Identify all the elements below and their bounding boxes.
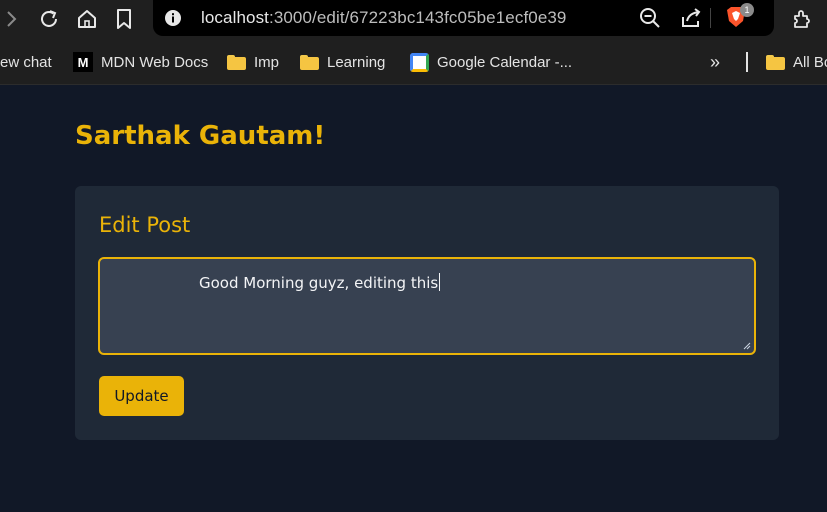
bookmark-label: Learning (327, 53, 386, 71)
extension-badge: 1 (740, 3, 754, 17)
url-path: :3000/edit/67223bc143fc05be1ecf0e39 (269, 8, 567, 27)
bookmark-learning[interactable]: Learning (300, 51, 385, 73)
bookmark-icon[interactable] (112, 7, 136, 31)
bookmarks-divider (746, 52, 748, 72)
google-calendar-icon (410, 52, 429, 72)
textarea-content: Good Morning guyz, editing this (199, 273, 441, 292)
textarea-value: Good Morning guyz, editing this (199, 274, 439, 292)
form-title: Edit Post (99, 213, 191, 237)
mdn-icon: M (73, 52, 93, 72)
bookmark-mdn[interactable]: M MDN Web Docs (73, 51, 208, 73)
update-button[interactable]: Update (99, 376, 184, 416)
share-icon[interactable] (680, 7, 702, 34)
bookmark-new-chat[interactable]: ew chat (0, 51, 52, 73)
folder-icon (227, 54, 246, 70)
bookmarks-overflow-button[interactable]: » (710, 51, 720, 73)
bookmark-label: MDN Web Docs (101, 53, 209, 71)
bookmark-google-calendar[interactable]: Google Calendar -... (410, 51, 572, 73)
omnibox-divider (710, 8, 711, 28)
home-icon[interactable] (75, 7, 99, 31)
browser-toolbar: 1 localhost:3000/edit/67223bc143fc05be1e… (0, 0, 827, 40)
folder-icon (300, 54, 319, 70)
forward-icon[interactable] (0, 7, 24, 31)
bookmark-imp[interactable]: Imp (227, 51, 279, 73)
bookmark-label: Imp (254, 53, 280, 71)
info-icon[interactable] (164, 9, 182, 32)
chevron-double-right-icon: » (710, 51, 721, 72)
bookmark-label: All Bo (793, 53, 827, 71)
post-content-textarea[interactable]: Good Morning guyz, editing this (98, 257, 756, 355)
zoom-out-icon[interactable] (639, 7, 661, 34)
edit-post-card: Edit Post Good Morning guyz, editing thi… (75, 186, 779, 440)
page-content: Sarthak Gautam! Edit Post Good Morning g… (0, 86, 827, 512)
url-text[interactable]: localhost:3000/edit/67223bc143fc05be1ecf… (201, 8, 566, 28)
reload-icon[interactable] (37, 7, 61, 31)
folder-icon (766, 54, 785, 70)
bookmark-label: Google Calendar -... (437, 53, 573, 71)
username-heading: Sarthak Gautam! (75, 121, 326, 151)
text-caret (439, 273, 441, 291)
extensions-icon[interactable] (790, 7, 814, 31)
resize-handle-icon[interactable] (743, 342, 751, 350)
bookmark-label: ew chat (0, 53, 52, 71)
bookmarks-bar: ew chat M MDN Web Docs Imp Learning Goog… (0, 40, 827, 85)
url-host: localhost (201, 8, 269, 27)
bookmark-all-bookmarks[interactable]: All Bo (766, 51, 827, 73)
